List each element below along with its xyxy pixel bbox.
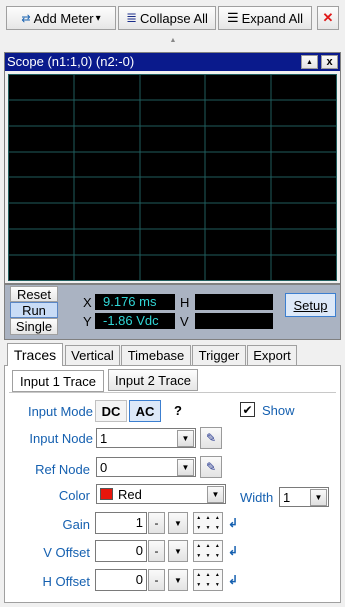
help-icon[interactable]: ? <box>174 403 182 418</box>
chevron-down-icon: ▼ <box>310 488 327 506</box>
scope-minimize-button[interactable]: ▲ <box>301 55 318 69</box>
chevron-down-icon: ▼ <box>177 458 194 476</box>
color-value: Red <box>118 486 142 502</box>
x-label: X <box>83 295 92 310</box>
scope-title: Scope (n1:1,0) (n2:-0) <box>7 54 135 69</box>
collapse-panel-icon[interactable]: ▲ <box>163 37 183 49</box>
scope-panel: Scope (n1:1,0) (n2:-0) ▲ x <box>4 52 341 284</box>
close-icon[interactable]: ✕ <box>317 6 339 30</box>
tab-timebase[interactable]: Timebase <box>121 345 191 365</box>
y-readout: -1.86 Vdc <box>95 313 175 329</box>
add-meter-label: Add Meter <box>33 10 94 26</box>
v-offset-spinner[interactable]: ▲ ▲ ▲ ▼ ▼ ▼ <box>193 540 223 562</box>
gain-label: Gain <box>62 517 90 532</box>
show-checkbox[interactable]: ✔ <box>240 402 255 417</box>
tab-trigger[interactable]: Trigger <box>192 345 246 365</box>
h-offset-input[interactable]: 0 <box>95 569 147 591</box>
v-offset-input[interactable]: 0 <box>95 540 147 562</box>
chevron-down-icon: ▾ <box>95 12 101 24</box>
tab-vertical[interactable]: Vertical <box>65 345 120 365</box>
ref-node-label: Ref Node <box>35 462 90 477</box>
expand-icon: ☰ <box>226 10 239 25</box>
color-swatch <box>100 488 113 500</box>
scope-title-bar: Scope (n1:1,0) (n2:-0) <box>5 53 340 71</box>
chevron-down-icon: ▼ <box>207 485 224 503</box>
v-offset-label: V Offset <box>43 545 90 560</box>
h-offset-apply-icon[interactable]: ↲ <box>228 573 238 587</box>
h-label: H <box>180 295 190 310</box>
add-meter-button[interactable]: ⇄ Add Meter ▾ <box>6 6 116 30</box>
v-readout <box>195 313 273 329</box>
gain-minus-button[interactable]: - <box>148 512 165 534</box>
add-meter-icon: ⇄ <box>21 12 31 25</box>
subtab-divider <box>9 392 336 393</box>
v-label: V <box>180 314 189 329</box>
y-label: Y <box>83 314 92 329</box>
expand-all-label: Expand All <box>241 10 304 26</box>
width-select[interactable]: 1 ▼ <box>279 487 329 507</box>
width-label: Width <box>240 490 274 505</box>
h-offset-minus-button[interactable]: - <box>148 569 165 591</box>
collapse-all-label: Collapse All <box>139 10 208 26</box>
input-mode-label: Input Mode <box>27 404 93 419</box>
mode-dc-button[interactable]: DC <box>95 400 127 422</box>
gain-spinner[interactable]: ▲ ▲ ▲ ▼ ▼ ▼ <box>193 512 223 534</box>
reset-button[interactable]: Reset <box>10 286 58 302</box>
h-offset-dropdown[interactable]: ▼ <box>168 569 188 591</box>
color-label: Color <box>58 488 90 503</box>
h-offset-label: H Offset <box>42 574 90 589</box>
tab-traces[interactable]: Traces <box>7 343 63 366</box>
collapse-icon: ≣ <box>126 10 137 25</box>
mode-ac-button[interactable]: AC <box>129 400 161 422</box>
probe-icon[interactable]: ✎ <box>200 427 222 449</box>
input-node-label: Input Node <box>29 431 93 446</box>
input-node-value: 1 <box>100 430 108 446</box>
h-readout <box>195 294 273 310</box>
gain-dropdown[interactable]: ▼ <box>168 512 188 534</box>
gain-input[interactable]: 1 <box>95 512 147 534</box>
gain-apply-icon[interactable]: ↲ <box>228 516 238 530</box>
ref-node-value: 0 <box>100 459 108 475</box>
run-button[interactable]: Run <box>10 302 58 318</box>
setup-button[interactable]: Setup <box>285 293 336 317</box>
tab-export[interactable]: Export <box>247 345 297 365</box>
x-readout: 9.176 ms <box>95 294 175 310</box>
subtab-input-1-trace[interactable]: Input 1 Trace <box>12 370 104 392</box>
expand-all-button[interactable]: ☰ Expand All <box>218 6 312 30</box>
single-button[interactable]: Single <box>10 318 58 335</box>
scope-display <box>8 74 337 281</box>
subtab-input-2-trace[interactable]: Input 2 Trace <box>108 369 198 391</box>
collapse-all-button[interactable]: ≣ Collapse All <box>118 6 216 30</box>
show-label: Show <box>262 403 295 418</box>
probe-icon[interactable]: ✎ <box>200 456 222 478</box>
chevron-down-icon: ▼ <box>177 429 194 447</box>
v-offset-apply-icon[interactable]: ↲ <box>228 544 238 558</box>
color-select[interactable]: Red ▼ <box>96 484 226 504</box>
scope-close-button[interactable]: x <box>321 55 338 69</box>
width-value: 1 <box>283 489 291 505</box>
h-offset-spinner[interactable]: ▲ ▲ ▲ ▼ ▼ ▼ <box>193 569 223 591</box>
v-offset-dropdown[interactable]: ▼ <box>168 540 188 562</box>
v-offset-minus-button[interactable]: - <box>148 540 165 562</box>
input-node-select[interactable]: 1 ▼ <box>96 428 196 448</box>
ref-node-select[interactable]: 0 ▼ <box>96 457 196 477</box>
